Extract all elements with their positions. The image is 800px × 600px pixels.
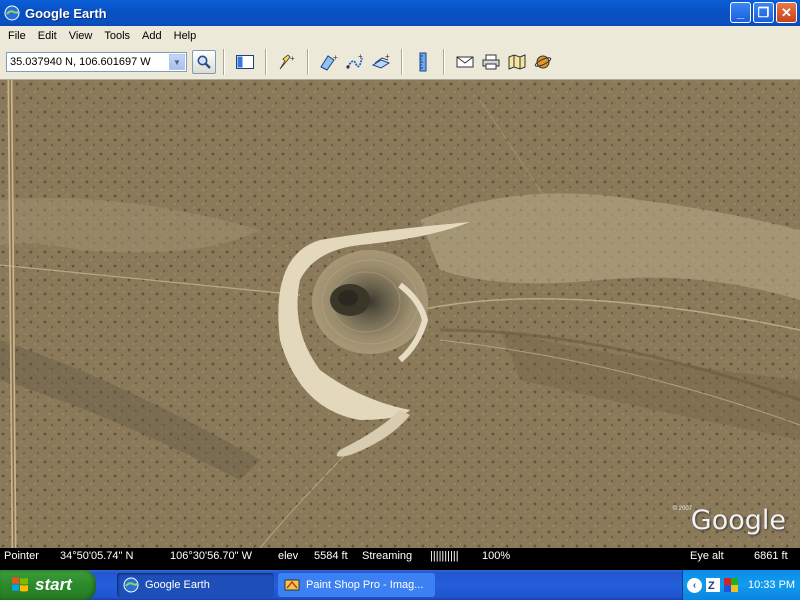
menu-edit[interactable]: Edit — [32, 30, 63, 42]
google-earth-app-icon — [4, 5, 20, 21]
menu-view[interactable]: View — [63, 30, 99, 42]
svg-text:+: + — [290, 54, 295, 63]
toolbar-separator — [443, 49, 445, 75]
location-input[interactable] — [7, 56, 167, 68]
elevation-value: 5584 ft — [314, 550, 348, 562]
eye-altitude-label: Eye alt — [690, 550, 724, 562]
planet-icon — [534, 55, 552, 69]
menu-tools[interactable]: Tools — [98, 30, 136, 42]
email-button[interactable] — [453, 50, 477, 74]
ruler-icon — [419, 52, 427, 72]
add-image-overlay-button[interactable]: + — [369, 50, 393, 74]
start-button[interactable]: start — [0, 570, 96, 600]
streaming-percent: 100% — [482, 550, 511, 562]
placemark-icon: + — [279, 54, 295, 70]
eye-altitude-value: 6861 ft — [754, 550, 788, 562]
pointer-label: Pointer — [4, 550, 39, 562]
add-polygon-button[interactable]: + — [317, 50, 341, 74]
satellite-imagery[interactable] — [0, 80, 800, 548]
view-in-maps-button[interactable] — [505, 50, 529, 74]
svg-text:Z: Z — [708, 580, 715, 592]
polygon-icon: + — [320, 53, 338, 71]
streaming-progress-bars: |||||||||| — [430, 550, 459, 562]
zonealarm-icon[interactable]: Z — [706, 578, 720, 592]
svg-text:+: + — [385, 52, 390, 61]
switch-to-sky-button[interactable] — [531, 50, 555, 74]
printer-icon — [482, 54, 500, 70]
status-tray-icon[interactable] — [724, 578, 738, 592]
toolbar: ▼ + + + — [0, 45, 800, 80]
elevation-label: elev — [278, 550, 299, 562]
restore-button[interactable]: ❐ — [753, 2, 774, 23]
google-earth-icon — [123, 577, 139, 593]
minimize-button[interactable]: _ — [730, 2, 751, 23]
add-path-button[interactable]: + — [343, 50, 367, 74]
sidebar-toggle-button[interactable] — [233, 50, 257, 74]
image-overlay-icon: + — [371, 52, 391, 69]
location-dropdown-button[interactable]: ▼ — [169, 54, 185, 70]
path-icon: + — [346, 52, 363, 69]
close-button[interactable]: ✕ — [776, 2, 797, 23]
system-tray: ‹ Z 10:33 PM — [682, 570, 800, 600]
search-icon — [197, 55, 211, 69]
task-google-earth[interactable]: Google Earth — [117, 573, 274, 597]
toolbar-separator — [401, 49, 403, 75]
paint-shop-pro-icon — [284, 579, 300, 591]
location-combobox[interactable]: ▼ — [6, 52, 187, 72]
status-bar: Pointer 34°50'05.74" N 106°30'56.70" W e… — [0, 548, 800, 566]
task-label: Paint Shop Pro - Imag... — [306, 579, 424, 591]
google-watermark: Google — [690, 505, 786, 536]
menu-add[interactable]: Add — [136, 30, 168, 42]
sidebar-icon — [236, 55, 254, 69]
menu-bar: File Edit View Tools Add Help — [0, 26, 800, 45]
window-title: Google Earth — [25, 5, 107, 21]
toolbar-separator — [307, 49, 309, 75]
show-hidden-icons-chevron-icon[interactable]: ‹ — [687, 577, 702, 593]
imagery-copyright: © 2007 — [672, 506, 692, 512]
task-label: Google Earth — [145, 579, 210, 591]
print-button[interactable] — [479, 50, 503, 74]
taskbar: start Google Earth Paint Shop Pro - Imag… — [0, 570, 800, 600]
envelope-icon — [456, 56, 474, 68]
svg-text:+: + — [333, 53, 338, 62]
earth-view[interactable]: © 2007 Google — [0, 80, 800, 548]
svg-text:+: + — [358, 52, 363, 61]
start-label: start — [35, 575, 72, 594]
toolbar-separator — [223, 49, 225, 75]
menu-file[interactable]: File — [2, 30, 32, 42]
pointer-latitude: 34°50'05.74" N — [60, 550, 134, 562]
ruler-button[interactable] — [411, 50, 435, 74]
search-button[interactable] — [192, 50, 216, 74]
map-icon — [508, 54, 526, 70]
pointer-longitude: 106°30'56.70" W — [170, 550, 252, 562]
clock[interactable]: 10:33 PM — [748, 579, 795, 591]
add-placemark-button[interactable]: + — [275, 50, 299, 74]
windows-flag-icon — [12, 577, 28, 592]
title-bar: Google Earth _ ❐ ✕ — [0, 0, 800, 26]
streaming-label: Streaming — [362, 550, 413, 562]
menu-help[interactable]: Help — [168, 30, 203, 42]
toolbar-separator — [265, 49, 267, 75]
task-paint-shop-pro[interactable]: Paint Shop Pro - Imag... — [278, 573, 435, 597]
